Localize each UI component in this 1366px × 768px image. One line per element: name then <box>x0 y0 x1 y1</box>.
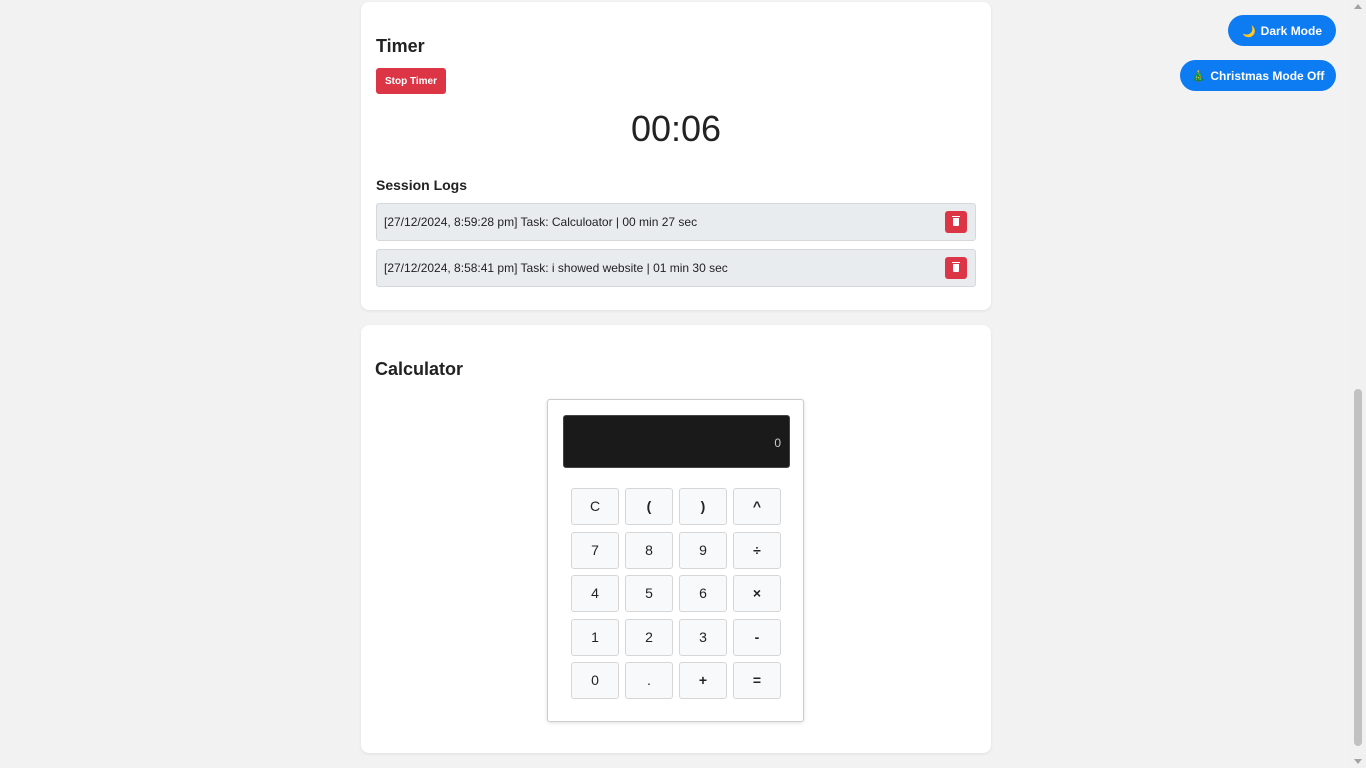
timer-card: Timer Stop Timer 00:06 Session Logs [27/… <box>361 2 991 310</box>
calc-key-clear[interactable]: C <box>571 488 619 525</box>
calc-key-0[interactable]: 0 <box>571 662 619 699</box>
trash-icon <box>952 216 960 226</box>
calc-key-divide[interactable]: ÷ <box>733 531 781 569</box>
calc-key-equals[interactable]: = <box>733 662 781 699</box>
log-text: [27/12/2024, 8:58:41 pm] Task: i showed … <box>384 261 728 275</box>
log-text: [27/12/2024, 8:59:28 pm] Task: Calculoat… <box>384 215 698 229</box>
calc-key-open-paren[interactable]: ( <box>625 488 673 525</box>
calculator: 0 C() ^ 7 8 9 ÷ 4 5 6 × 1 2 3- 0. + = <box>547 399 804 722</box>
log-item: [27/12/2024, 8:59:28 pm] Task: Calculoat… <box>376 203 976 241</box>
calc-key-5[interactable]: 5 <box>625 575 673 612</box>
calc-key-4[interactable]: 4 <box>571 575 619 612</box>
delete-log-button[interactable] <box>945 211 967 233</box>
calculator-display: 0 <box>563 415 790 468</box>
calculator-card: Calculator 0 C() ^ 7 8 9 ÷ 4 5 6 × 1 2 3- 0. + = <box>361 325 991 753</box>
calc-key-power[interactable]: ^ <box>733 488 781 525</box>
christmas-mode-label: Christmas Mode Off <box>1210 68 1325 83</box>
calc-key-decimal[interactable]: . <box>625 662 673 699</box>
calc-key-9[interactable]: 9 <box>679 531 727 569</box>
calc-key-7[interactable]: 7 <box>571 531 619 569</box>
session-logs-title: Session Logs <box>376 177 468 193</box>
calc-key-close-paren[interactable]: ) <box>679 488 727 525</box>
scroll-down-icon[interactable] <box>1354 759 1362 764</box>
calc-key-multiply[interactable]: × <box>733 575 781 612</box>
dark-mode-button[interactable]: 🌙 Dark Mode <box>1228 15 1336 46</box>
calc-key-1[interactable]: 1 <box>571 618 619 656</box>
calculator-title: Calculator <box>375 359 464 379</box>
dark-mode-label: Dark Mode <box>1260 23 1323 38</box>
moon-icon: 🌙 <box>1241 25 1256 38</box>
calc-key-3[interactable]: 3 <box>679 618 727 656</box>
stop-timer-button[interactable]: Stop Timer <box>376 68 446 94</box>
scroll-thumb[interactable] <box>1354 389 1362 746</box>
calc-key-2[interactable]: 2 <box>625 618 673 656</box>
log-item: [27/12/2024, 8:58:41 pm] Task: i showed … <box>376 249 976 287</box>
christmas-mode-button[interactable]: 🎄 Christmas Mode Off <box>1180 60 1336 91</box>
calc-key-8[interactable]: 8 <box>625 531 673 569</box>
calc-key-6[interactable]: 6 <box>679 575 727 612</box>
calc-key-add[interactable]: + <box>679 662 727 699</box>
calc-key-subtract[interactable]: - <box>733 618 781 656</box>
timer-display: 00:06 <box>630 108 722 149</box>
scroll-up-icon[interactable] <box>1354 4 1362 9</box>
delete-log-button[interactable] <box>945 257 967 279</box>
timer-title: Timer <box>376 36 425 56</box>
christmas-tree-icon: 🎄 <box>1191 70 1206 83</box>
trash-icon <box>952 262 960 272</box>
vertical-scrollbar[interactable] <box>1350 0 1366 768</box>
